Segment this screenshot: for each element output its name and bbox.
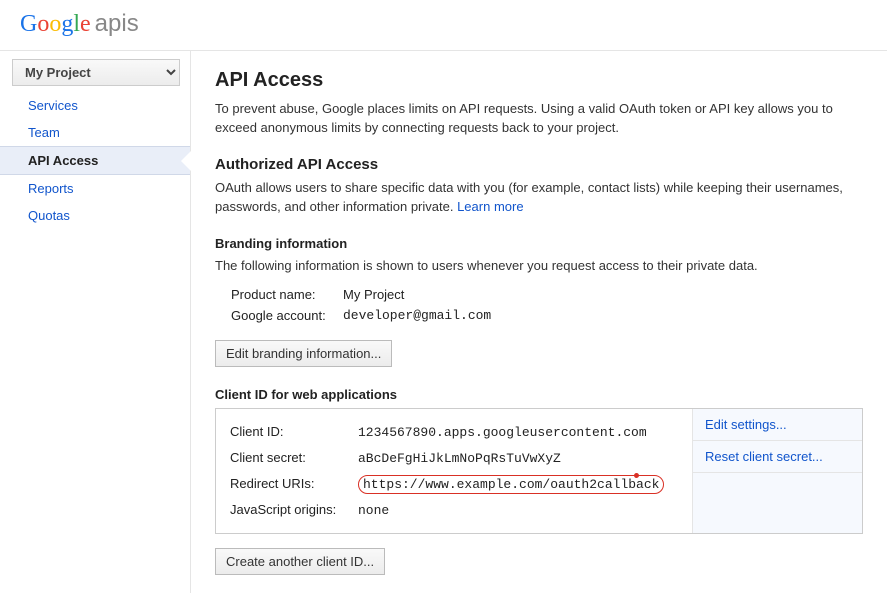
client-secret-value: aBcDeFgHiJkLmNoPqRsTuVwXyZ: [358, 451, 561, 466]
reset-client-secret-link[interactable]: Reset client secret...: [693, 441, 862, 473]
page-title: API Access: [215, 69, 863, 92]
create-client-id-button[interactable]: Create another client ID...: [215, 548, 385, 575]
js-origins-label: JavaScript origins:: [230, 502, 358, 517]
redirect-uris-label: Redirect URIs:: [230, 476, 358, 491]
edit-settings-link[interactable]: Edit settings...: [693, 409, 862, 441]
learn-more-link[interactable]: Learn more: [457, 199, 523, 214]
google-account-label: Google account:: [231, 308, 343, 323]
main-content: API Access To prevent abuse, Google plac…: [191, 51, 887, 593]
client-id-heading: Client ID for web applications: [215, 387, 863, 402]
sidebar-item-services[interactable]: Services: [0, 92, 190, 119]
product-name-value: My Project: [343, 287, 404, 302]
page-header: Googleapis: [0, 0, 887, 50]
page-intro: To prevent abuse, Google places limits o…: [215, 100, 863, 138]
client-id-box: Client ID: 1234567890.apps.googleusercon…: [215, 408, 863, 534]
sidebar-nav: Services Team API Access Reports Quotas: [0, 92, 190, 229]
authorized-text: OAuth allows users to share specific dat…: [215, 179, 863, 217]
js-origins-value: none: [358, 503, 389, 518]
google-account-value: developer@gmail.com: [343, 308, 491, 323]
client-id-label: Client ID:: [230, 424, 358, 439]
client-secret-label: Client secret:: [230, 450, 358, 465]
branding-info: Product name: My Project Google account:…: [231, 284, 863, 326]
google-apis-logo: Googleapis: [20, 10, 139, 37]
client-id-value: 1234567890.apps.googleusercontent.com: [358, 425, 647, 440]
client-actions: Edit settings... Reset client secret...: [692, 409, 862, 533]
sidebar-item-reports[interactable]: Reports: [0, 175, 190, 202]
product-name-label: Product name:: [231, 287, 343, 302]
project-selector[interactable]: My Project: [12, 59, 180, 86]
redirect-uris-value: https://www.example.com/oauth2callback: [358, 475, 664, 494]
sidebar-item-api-access[interactable]: API Access: [0, 146, 190, 175]
sidebar-item-team[interactable]: Team: [0, 119, 190, 146]
branding-text: The following information is shown to us…: [215, 257, 863, 276]
branding-heading: Branding information: [215, 236, 863, 251]
sidebar: My Project Services Team API Access Repo…: [0, 51, 191, 593]
sidebar-item-quotas[interactable]: Quotas: [0, 202, 190, 229]
authorized-heading: Authorized API Access: [215, 156, 863, 173]
edit-branding-button[interactable]: Edit branding information...: [215, 340, 392, 367]
